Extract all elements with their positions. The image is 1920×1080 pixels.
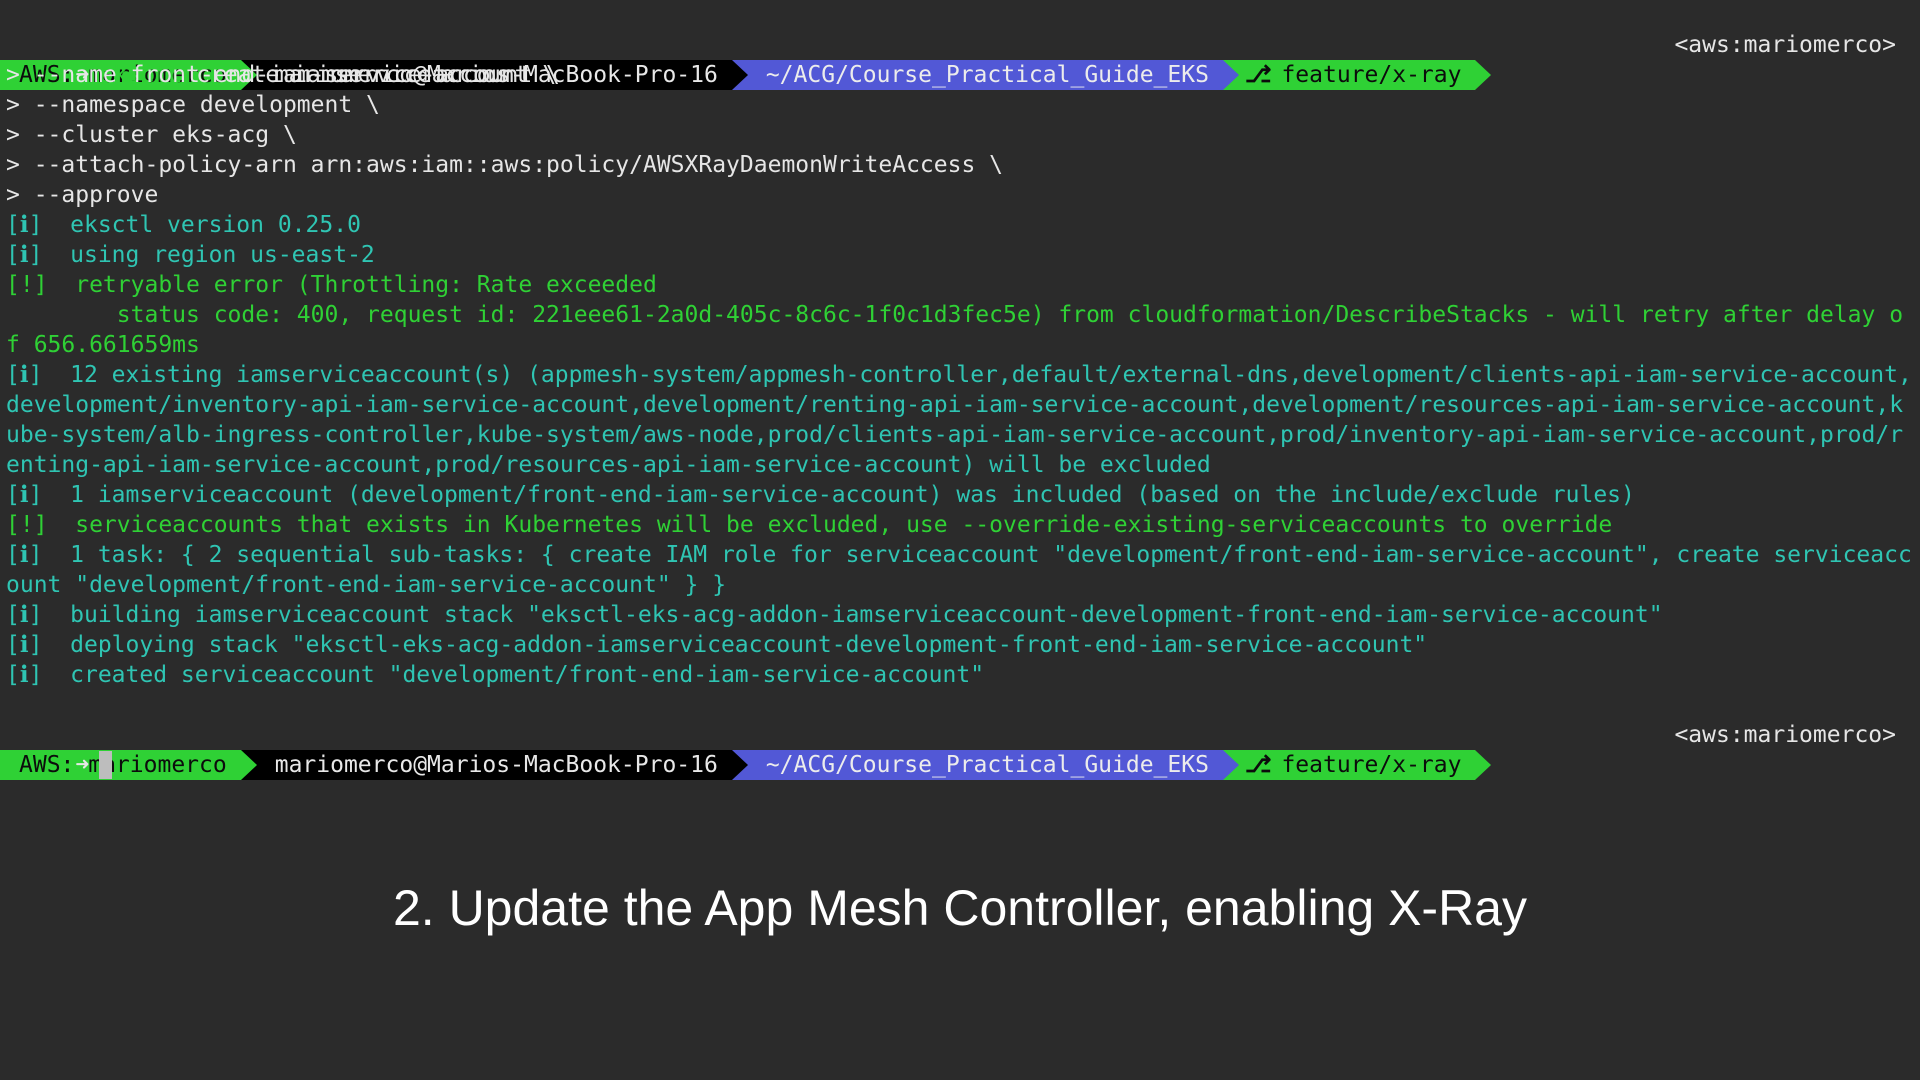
log-text: eksctl version 0.25.0 bbox=[42, 212, 361, 238]
git-branch-icon: ⎇ bbox=[1244, 752, 1272, 778]
path-segment: ~/ACG/Course_Practical_Guide_EKS bbox=[747, 750, 1223, 780]
info-icon: [ℹ] bbox=[6, 242, 43, 268]
segment-separator-icon bbox=[1475, 750, 1492, 780]
log-line: [ℹ] using region us-east-2 bbox=[0, 240, 1916, 270]
info-icon: [ℹ] bbox=[6, 212, 43, 238]
log-line: [!] retryable error (Throttling: Rate ex… bbox=[0, 270, 1916, 360]
log-line: [ℹ] building iamserviceaccount stack "ek… bbox=[0, 600, 1916, 630]
log-text: serviceaccounts that exists in Kubernete… bbox=[47, 512, 1613, 538]
log-text: using region us-east-2 bbox=[42, 242, 375, 268]
git-branch-segment: ⎇ feature/x-ray bbox=[1238, 750, 1476, 780]
right-prompt: <aws:mariomerco> bbox=[1674, 722, 1896, 748]
info-icon: [ℹ] bbox=[6, 662, 43, 688]
log-text: 12 existing iamserviceaccount(s) (appmes… bbox=[6, 362, 1912, 478]
segment-separator-icon bbox=[240, 750, 257, 780]
segment-separator-icon bbox=[1222, 750, 1239, 780]
input-line[interactable]: ➜ <aws:mariomerco> bbox=[0, 720, 1920, 779]
powerline-prompt: AWS: mariomerco mariomerco@Marios-MacBoo… bbox=[0, 750, 1920, 780]
info-icon: [ℹ] bbox=[6, 482, 43, 508]
log-text: 1 task: { 2 sequential sub-tasks: { crea… bbox=[6, 542, 1912, 598]
right-prompt: <aws:mariomerco> bbox=[1674, 32, 1896, 58]
continuation-line: > --attach-policy-arn arn:aws:iam::aws:p… bbox=[6, 152, 1003, 178]
log-line: [ℹ] eksctl version 0.25.0 bbox=[0, 210, 1916, 240]
prompt-line-2: AWS: mariomerco mariomerco@Marios-MacBoo… bbox=[0, 690, 1920, 780]
continuation-line: > --namespace development \ bbox=[6, 92, 380, 118]
continuation-line: > --cluster eks-acg \ bbox=[6, 122, 297, 148]
info-icon: [ℹ] bbox=[6, 632, 43, 658]
log-text: 1 iamserviceaccount (development/front-e… bbox=[42, 482, 1635, 508]
log-line: [!] serviceaccounts that exists in Kuber… bbox=[0, 510, 1916, 540]
warning-icon: [!] bbox=[6, 272, 48, 298]
log-line: [ℹ] 12 existing iamserviceaccount(s) (ap… bbox=[0, 360, 1916, 480]
continuation-line: > --name front-end-iam-service-account \ bbox=[6, 62, 560, 88]
video-caption: 2. Update the App Mesh Controller, enabl… bbox=[392, 880, 1527, 936]
continuation-line: > --approve bbox=[6, 182, 159, 208]
warning-icon: [!] bbox=[6, 512, 48, 538]
terminal-window[interactable]: AWS: mariomerco mariomerco@Marios-MacBoo… bbox=[0, 0, 1920, 1080]
log-text: deploying stack "eksctl-eks-acg-addon-ia… bbox=[42, 632, 1428, 658]
host-segment: mariomerco@Marios-MacBook-Pro-16 bbox=[256, 750, 732, 780]
log-line: [ℹ] deploying stack "eksctl-eks-acg-addo… bbox=[0, 630, 1916, 660]
prompt-line-1: AWS: mariomerco mariomerco@Marios-MacBoo… bbox=[0, 0, 1920, 90]
log-line: [ℹ] 1 task: { 2 sequential sub-tasks: { … bbox=[0, 540, 1916, 600]
info-icon: [ℹ] bbox=[6, 362, 43, 388]
log-text: retryable error (Throttling: Rate exceed… bbox=[6, 272, 1904, 358]
log-line: [ℹ] 1 iamserviceaccount (development/fro… bbox=[0, 480, 1916, 510]
info-icon: [ℹ] bbox=[6, 542, 43, 568]
log-line: [ℹ] created serviceaccount "development/… bbox=[0, 660, 1916, 690]
command-line: ➜ eksctl create iamserviceaccount \ <aws:… bbox=[0, 30, 1920, 88]
log-text: building iamserviceaccount stack "eksctl… bbox=[42, 602, 1663, 628]
prompt-arrow-icon: ➜ bbox=[75, 752, 90, 778]
segment-separator-icon bbox=[731, 750, 748, 780]
git-branch-label: feature/x-ray bbox=[1281, 752, 1462, 778]
info-icon: [ℹ] bbox=[6, 602, 43, 628]
log-text: created serviceaccount "development/fron… bbox=[42, 662, 985, 688]
text-cursor[interactable] bbox=[99, 751, 113, 779]
